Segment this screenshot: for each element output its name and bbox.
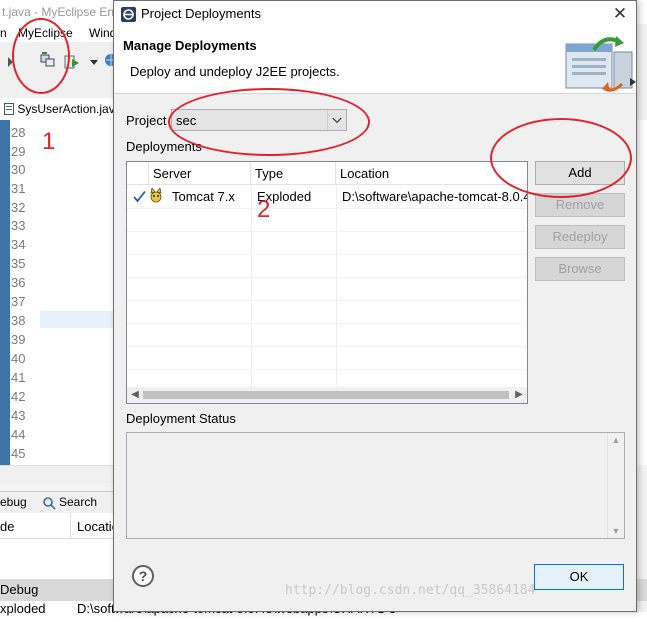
ide-editor-tabbar: SysUserAction.java: [0, 98, 122, 120]
tomcat-icon: [150, 188, 162, 203]
annotation-number-2: 2: [257, 196, 271, 223]
annotation-circle-toolbar: [12, 18, 70, 94]
ide-right-strip: [636, 120, 647, 465]
bottom-col1-header: de: [0, 519, 15, 534]
deployments-table[interactable]: Server Type Location Tomcat 7.x Exploded: [126, 161, 528, 404]
search-icon: [43, 497, 56, 510]
grid-divider: [336, 185, 337, 392]
grid-line: [127, 231, 527, 232]
line-number: 40: [11, 351, 26, 366]
line-number: 37: [11, 294, 26, 309]
ide-line-numbers: 28 29 30 31 32 33 34 35 36 37 38 39 40 4…: [10, 120, 40, 465]
line-number: 35: [11, 256, 26, 271]
grid-line: [127, 300, 527, 301]
project-label: Project: [126, 113, 167, 128]
scroll-left-icon[interactable]: ◀: [127, 387, 143, 403]
grid-line: [127, 369, 527, 370]
line-number: 43: [11, 408, 26, 423]
ide-window-title: t.java - MyEclipse En: [0, 0, 120, 24]
project-deployments-dialog: Project Deployments ✕ Manage Deployments…: [113, 0, 637, 612]
grid-line: [127, 277, 527, 278]
line-number: 38: [11, 313, 26, 328]
ide-bottom-table: de Locatio Debug xploded D:\software\apa…: [0, 513, 647, 616]
deployment-status-box: ▲ ▼: [126, 432, 625, 539]
status-vertical-scrollbar[interactable]: ▲ ▼: [607, 433, 624, 538]
ok-button[interactable]: OK: [534, 564, 624, 590]
browse-button[interactable]: Browse: [535, 257, 625, 281]
line-number: 31: [11, 181, 26, 196]
annotation-number-1: 1: [42, 128, 56, 155]
java-file-icon: [4, 103, 14, 115]
close-icon[interactable]: ✕: [610, 3, 630, 25]
scroll-down-icon[interactable]: ▼: [608, 526, 624, 536]
dropdown-arrow-icon[interactable]: [86, 54, 102, 70]
annotation-circle-project: [168, 88, 370, 156]
table-header-check: [127, 162, 149, 185]
ide-code-area[interactable]: [40, 120, 120, 465]
line-number: 42: [11, 389, 26, 404]
cell-location: D:\software\apache-tomcat-8.0.45: [342, 189, 527, 204]
dialog-titlebar[interactable]: Project Deployments ✕: [114, 1, 636, 28]
line-number: 34: [11, 237, 26, 252]
menu-item-1[interactable]: n: [0, 26, 7, 40]
current-line-highlight: [40, 311, 120, 328]
ide-bottom-table-header: de Locatio: [0, 513, 120, 539]
grid-divider: [251, 185, 252, 392]
tab-search[interactable]: Search: [59, 495, 97, 509]
dialog-subtitle: Deploy and undeploy J2EE projects.: [130, 64, 340, 79]
help-icon[interactable]: ?: [132, 565, 154, 587]
checkmark-icon: [133, 190, 146, 203]
table-horizontal-scrollbar[interactable]: ◀ ▶: [127, 387, 527, 403]
line-number: 30: [11, 162, 26, 177]
column-header-server[interactable]: Server: [149, 162, 251, 185]
line-number: 44: [11, 427, 26, 442]
dialog-title: Project Deployments: [141, 6, 261, 21]
line-number: 28: [11, 125, 26, 140]
grid-line: [127, 346, 527, 347]
editor-tab[interactable]: SysUserAction.java: [0, 98, 122, 120]
deployment-banner-icon: [565, 36, 636, 92]
ide-overview-ruler: [0, 120, 10, 465]
scrollbar-thumb[interactable]: [143, 391, 509, 399]
myeclipse-app-icon: [121, 7, 136, 22]
ide-bottom-tabs: ebug Search: [0, 491, 120, 513]
grid-line: [127, 208, 527, 209]
line-number: 29: [11, 144, 26, 159]
deployment-status-label: Deployment Status: [126, 411, 236, 426]
table-row[interactable]: Tomcat 7.x Exploded D:\software\apache-t…: [127, 185, 527, 208]
ide-horizontal-scrollbar[interactable]: [0, 465, 120, 483]
scroll-right-icon[interactable]: ▶: [511, 387, 527, 403]
column-header-type[interactable]: Type: [251, 162, 336, 185]
grid-line: [127, 323, 527, 324]
bottom-row2-col1: xploded: [0, 601, 46, 616]
annotation-circle-add: [490, 118, 632, 198]
redeploy-button[interactable]: Redeploy: [535, 225, 625, 249]
scroll-up-icon[interactable]: ▲: [608, 435, 624, 445]
line-number: 33: [11, 218, 26, 233]
line-number: 36: [11, 275, 26, 290]
grid-line: [127, 254, 527, 255]
line-number: 32: [11, 200, 26, 215]
dialog-heading: Manage Deployments: [123, 38, 257, 53]
watermark: http://blog.csdn.net/qq_35864184: [285, 583, 536, 598]
dialog-header: Manage Deployments Deploy and undeploy J…: [114, 28, 636, 94]
tab-debug[interactable]: ebug: [0, 495, 27, 509]
bottom-row1-col1: Debug: [0, 582, 39, 597]
line-number: 39: [11, 332, 26, 347]
editor-tab-label: SysUserAction.java: [17, 102, 122, 116]
line-number: 41: [11, 370, 26, 385]
line-number: 45: [11, 446, 26, 461]
cell-server: Tomcat 7.x: [172, 189, 235, 204]
